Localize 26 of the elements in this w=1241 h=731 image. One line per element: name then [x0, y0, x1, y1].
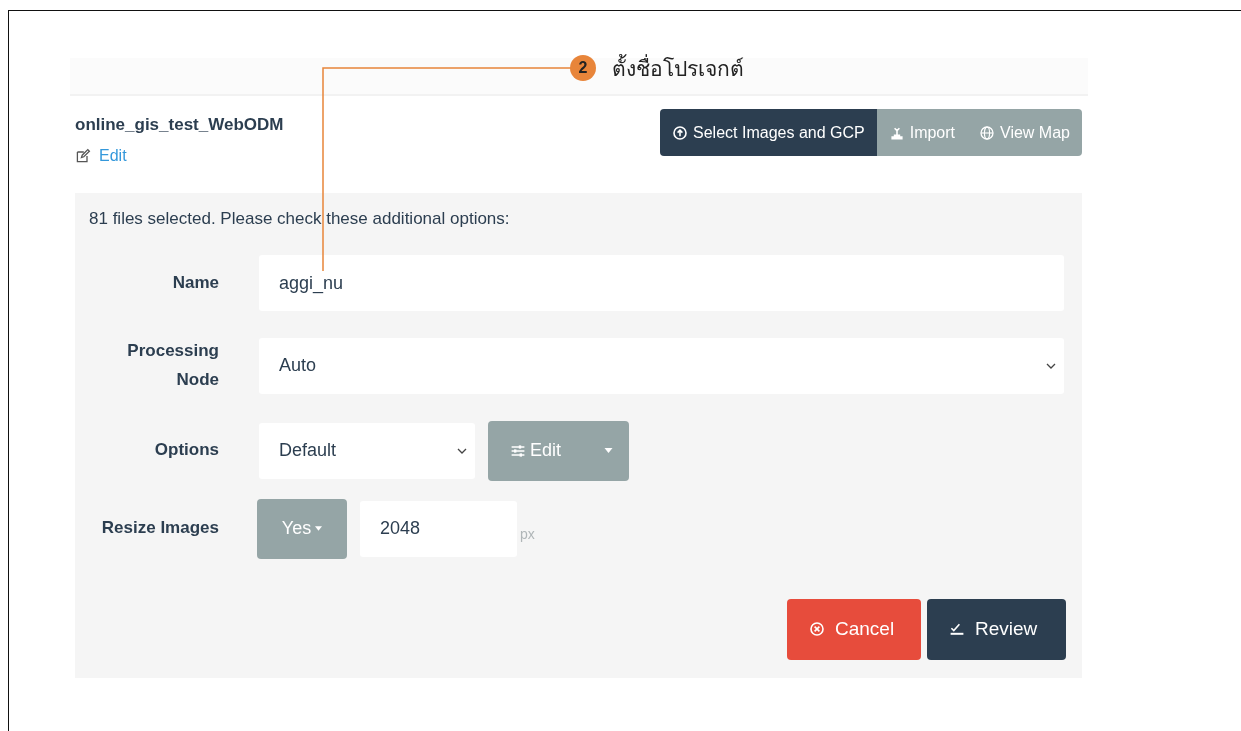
step-badge: 2 — [570, 55, 596, 81]
processing-node-select[interactable]: Auto — [259, 337, 1064, 394]
annotation-text: ตั้งชื่อโปรเจกต์ — [612, 52, 744, 85]
sliders-icon — [510, 442, 526, 459]
caret-icon — [604, 448, 613, 454]
upload-icon — [672, 124, 689, 141]
unit-label: px — [520, 525, 535, 542]
globe-icon — [979, 124, 996, 141]
toolbar-button[interactable]: Select Images and GCP — [660, 109, 877, 156]
chevron-icon — [457, 447, 467, 454]
field-label: Name — [171, 271, 219, 294]
check-icon — [949, 621, 965, 638]
selection-message: 81 files selected. Please check these additional options: — [89, 209, 511, 229]
field-label: Processing Node — [126, 340, 219, 391]
name-field[interactable]: aggi_nu — [259, 255, 1064, 311]
caret-icon — [315, 526, 323, 532]
options-select[interactable]: Default — [259, 422, 475, 479]
chevron-icon — [1046, 362, 1056, 369]
cancel-button[interactable]: Cancel — [787, 598, 921, 660]
edit-icon — [75, 148, 91, 164]
field-label: Options — [153, 439, 219, 462]
project-title: online_gis_test_WebODM — [75, 115, 284, 135]
close-icon — [809, 621, 825, 638]
resize-size-field[interactable]: 2048 — [360, 500, 517, 557]
field-label: Resize Images — [100, 517, 219, 540]
review-button[interactable]: Review — [927, 598, 1066, 660]
